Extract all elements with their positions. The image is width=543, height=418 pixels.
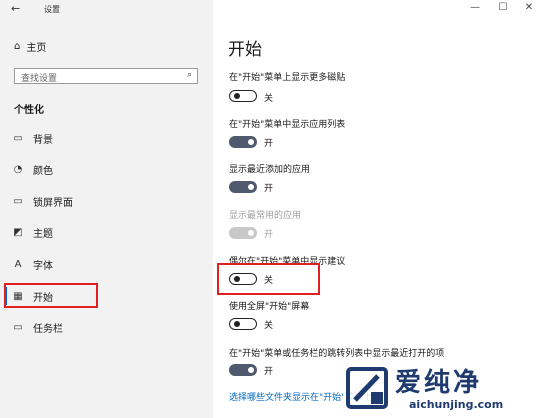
watermark-title: 爱纯净 [395,368,483,398]
watermark-url: aichunjing.com [409,398,504,411]
setting-label: 显示最近添加的应用 [229,165,311,175]
search-placeholder: 查找设置 [21,74,58,84]
toggle-state: 开 [264,139,274,149]
sidebar-item-label: 主题 [33,229,53,240]
toggle-knob [234,320,240,327]
search-input[interactable]: 查找设置 ⌕ [14,68,198,84]
setting-label: 显示最常用的应用 [229,211,302,221]
background-icon: ▭ [13,133,23,144]
palette-icon: ◔ [13,164,23,175]
page-title: 开始 [228,40,262,60]
sidebar-item-label: 任务栏 [33,324,63,335]
sidebar-item-themes[interactable]: ◩ 主题 [12,225,53,240]
section-title: 个性化 [14,105,44,116]
toggle-state: 关 [264,94,274,104]
toggle-most-used [229,227,257,239]
toggle-knob [248,139,254,145]
sidebar-item-label: 背景 [33,135,53,146]
search-icon: ⌕ [186,70,192,80]
highlight-box-suggestions [217,263,320,295]
sidebar-item-label: 颜色 [33,166,53,177]
highlight-box-start [4,283,98,308]
sidebar-item-label: 字体 [33,261,53,272]
back-arrow-icon[interactable]: ← [11,2,20,15]
window-title: 设置 [44,5,60,14]
sidebar-item-taskbar[interactable]: ▭ 任务栏 [12,320,63,335]
title-bar: ← 设置 — ☐ ✕ [0,0,543,18]
home-label: 主页 [26,43,47,54]
toggle-app-list[interactable] [229,136,257,148]
toggle-state: 开 [264,184,274,194]
toggle-knob [248,230,254,236]
setting-label: 在"开始"菜单或任务栏的跳转列表中显示最近打开的项 [229,349,445,359]
close-button[interactable]: ✕ [519,2,539,13]
sidebar-item-colors[interactable]: ◔ 颜色 [12,162,53,177]
sidebar-item-background[interactable]: ▭ 背景 [12,131,53,146]
sidebar-home[interactable]: ⌂ 主页 [14,39,46,54]
setting-label: 在"开始"菜单上显示更多磁贴 [229,73,346,83]
toggle-recent-items[interactable] [229,364,257,376]
font-icon: A [14,259,22,270]
sidebar-item-lockscreen[interactable]: ▭ 锁屏界面 [12,194,73,209]
lockscreen-icon: ▭ [13,196,23,207]
setting-label: 在"开始"菜单中显示应用列表 [229,120,346,130]
toggle-knob [248,367,254,373]
minimize-button[interactable]: — [465,2,485,13]
taskbar-icon: ▭ [13,322,23,333]
toggle-state: 开 [264,367,274,377]
sidebar [0,0,213,418]
toggle-knob [234,92,240,99]
toggle-fullscreen-start[interactable] [229,318,257,330]
watermark: 爱纯净 aichunjing.com [343,360,543,418]
themes-icon: ◩ [13,227,23,238]
toggle-state: 开 [264,230,274,240]
sidebar-item-label: 锁屏界面 [33,198,73,209]
watermark-logo-icon [346,367,388,409]
toggle-state: 关 [264,321,274,331]
setting-label: 使用全屏"开始"屏幕 [229,302,310,312]
toggle-more-tiles[interactable] [229,90,257,102]
toggle-recently-added[interactable] [229,181,257,193]
home-icon: ⌂ [14,41,21,52]
toggle-knob [248,184,254,190]
maximize-button[interactable]: ☐ [493,2,513,13]
sidebar-item-fonts[interactable]: A 字体 [12,257,53,272]
